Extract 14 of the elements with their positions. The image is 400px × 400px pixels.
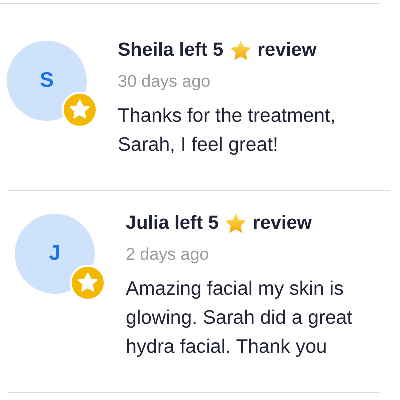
reviewer-text: Julia left 5 <box>126 213 219 235</box>
star-icon <box>228 39 253 63</box>
review-time: 2 days ago <box>126 245 210 265</box>
review-time: 30 days ago <box>118 72 212 92</box>
star-badge-icon <box>70 265 106 301</box>
avatar: J <box>15 214 95 294</box>
reviewer-text: Sheila left 5 <box>118 40 224 62</box>
avatar: S <box>7 41 87 121</box>
review-text: Thanks for the treatment, Sarah, I feel great! <box>118 104 337 158</box>
review-label: review <box>252 213 312 235</box>
star-icon <box>224 212 248 236</box>
star-badge-icon <box>62 92 98 128</box>
review-text: Amazing facial my skin is glowing. Sarah did a great hydra facial. Thank you <box>126 277 354 360</box>
review-label: review <box>258 40 317 62</box>
